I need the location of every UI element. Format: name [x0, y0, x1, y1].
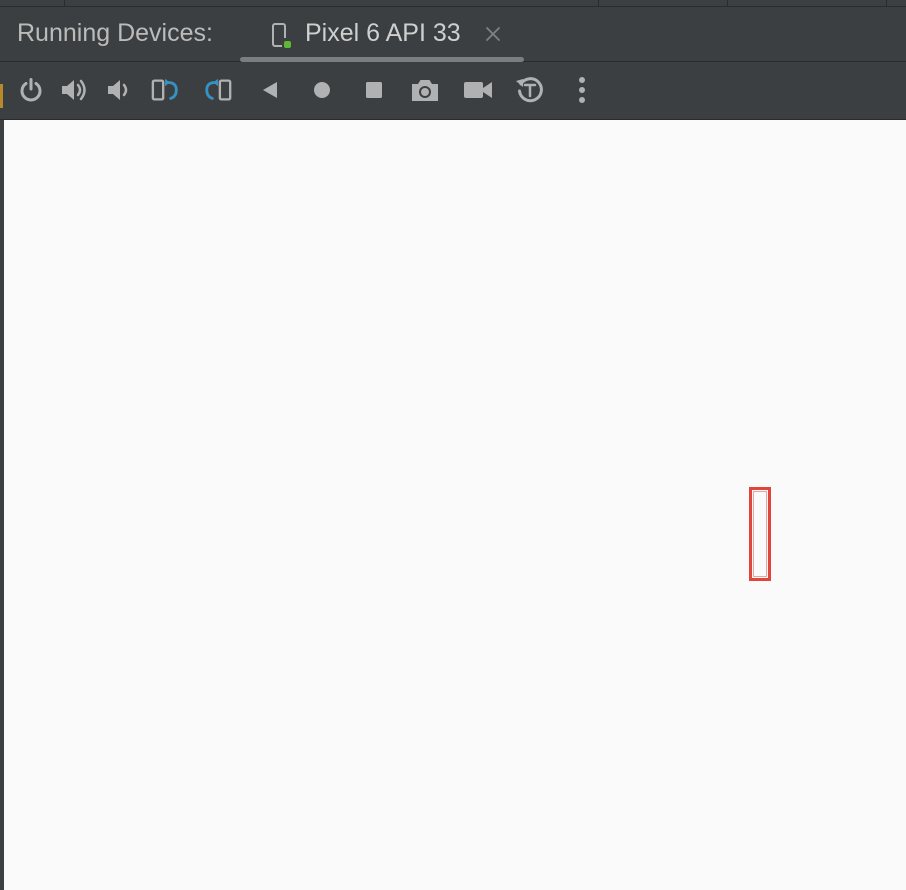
back-button[interactable]: [255, 75, 285, 105]
divider: [64, 0, 65, 6]
divider: [598, 0, 599, 6]
top-strip: [0, 0, 906, 7]
home-circle-icon: [314, 82, 330, 98]
screenshot-button[interactable]: [410, 75, 440, 105]
gutter-marker: [0, 84, 3, 108]
volume-up-icon: [62, 79, 86, 101]
volume-down-icon: [108, 80, 128, 100]
device-screen[interactable]: [4, 120, 906, 890]
volume-down-button[interactable]: [103, 75, 133, 105]
rotate-right-button[interactable]: [203, 75, 233, 105]
more-options-button[interactable]: [567, 75, 597, 105]
power-icon: [20, 78, 42, 102]
device-tab-label: Pixel 6 API 33: [305, 19, 461, 47]
snapshot-history-icon: [516, 77, 543, 103]
rotate-left-button[interactable]: [151, 75, 181, 105]
volume-up-button[interactable]: [59, 75, 89, 105]
close-icon[interactable]: [483, 24, 503, 44]
divider: [727, 0, 728, 6]
power-button[interactable]: [16, 75, 46, 105]
rotate-right-icon: [205, 78, 232, 101]
snapshot-button[interactable]: [515, 75, 545, 105]
overview-square-icon: [366, 82, 382, 98]
selection-highlight: [749, 487, 771, 581]
device-toolbar: [0, 62, 906, 120]
camera-icon: [412, 80, 438, 101]
phone-running-icon: [271, 23, 293, 51]
home-button[interactable]: [307, 75, 337, 105]
screen-record-button[interactable]: [463, 75, 493, 105]
more-vertical-icon: [579, 77, 585, 103]
divider: [886, 0, 887, 6]
video-camera-icon: [464, 82, 492, 98]
panel-title: Running Devices:: [17, 19, 213, 47]
rotate-left-icon: [151, 78, 178, 101]
overview-button[interactable]: [359, 75, 389, 105]
tab-device[interactable]: Pixel 6 API 33: [240, 7, 524, 62]
tab-bar: Running Devices: Pixel 6 API 33: [0, 7, 906, 62]
back-triangle-icon: [263, 82, 277, 98]
